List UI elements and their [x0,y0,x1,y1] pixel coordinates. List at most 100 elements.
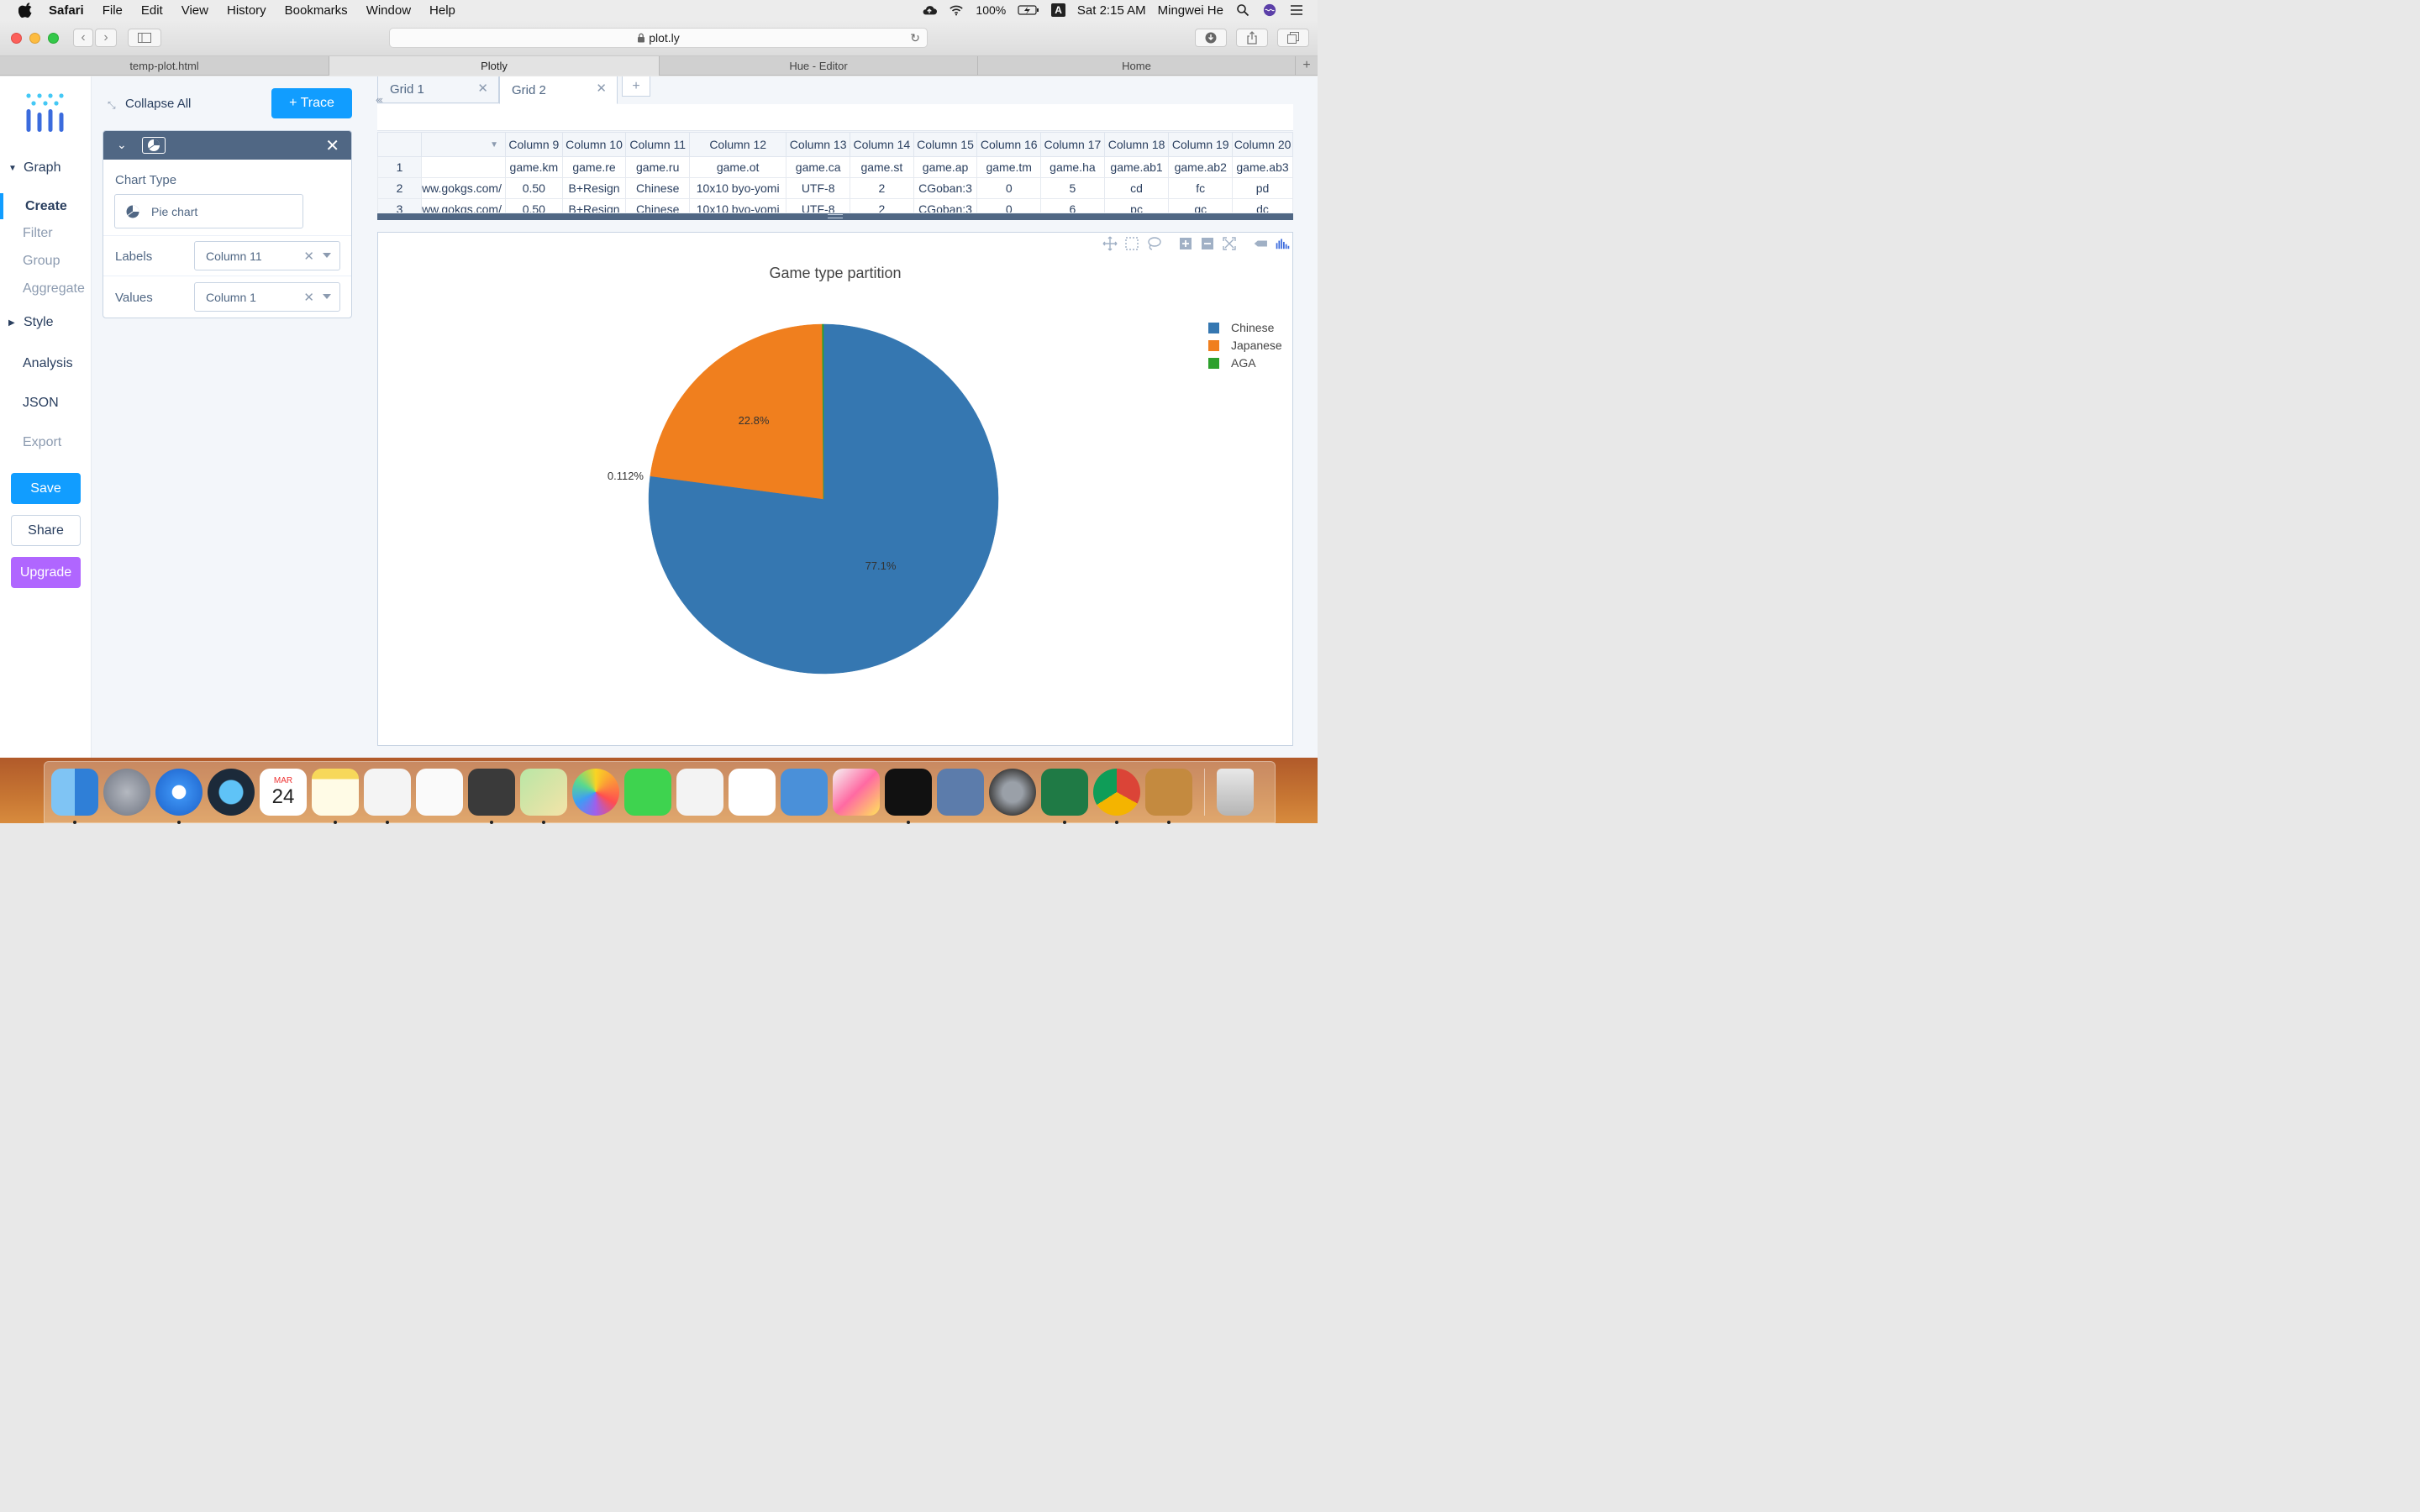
battery-icon[interactable] [1018,3,1039,17]
grapher-icon[interactable] [833,769,880,816]
launchpad-icon[interactable] [103,769,150,816]
add-grid-button[interactable]: + [622,76,650,97]
legend-swatch[interactable] [1208,340,1219,351]
browser-tab[interactable]: Home [978,56,1296,76]
table-cell[interactable]: 2 [850,177,914,199]
nav-item-group[interactable]: Group [23,254,60,269]
table-cell[interactable]: ww.gokgs.com/ [421,177,506,199]
siri-icon[interactable] [1262,3,1277,17]
menu-window[interactable]: Window [366,3,411,18]
browser-tab[interactable]: temp-plot.html [0,56,329,76]
table-cell[interactable]: game.ha [1040,156,1105,178]
safari-icon[interactable] [155,769,203,824]
column-header[interactable]: Column 11 [625,132,691,157]
quicktime-icon[interactable] [208,769,255,816]
grid-tab-1[interactable]: Grid 1 ✕ [377,76,499,103]
labels-dropdown[interactable]: Column 11 ✕ [194,241,340,270]
table-cell[interactable]: game.ab3 [1232,156,1293,178]
trash-icon[interactable] [1217,769,1254,816]
textedit-icon[interactable] [364,769,411,824]
notification-center-icon[interactable] [1289,3,1304,17]
table-cell[interactable]: game.tm [976,156,1042,178]
numbers-icon[interactable] [729,769,776,816]
table-cell[interactable]: game.km [505,156,563,178]
nav-item-filter[interactable]: Filter [23,226,53,241]
virtualbox-icon[interactable] [937,769,984,816]
table-cell[interactable]: game.ab2 [1168,156,1234,178]
table-cell[interactable]: Chinese [625,177,691,199]
table-cell[interactable]: 0.50 [505,198,563,213]
nav-graph[interactable]: ▼ Graph [0,160,60,176]
menu-view[interactable]: View [182,3,208,18]
column-header[interactable]: Column 13 [786,132,850,157]
trace-header[interactable]: ⌄ ✕ [103,131,351,160]
address-bar[interactable]: plot.ly ↻ [389,28,928,48]
table-cell[interactable]: fc [1168,177,1234,199]
collapse-all-button[interactable]: ⤡ Collapse All [108,97,191,111]
table-cell[interactable]: UTF-8 [786,177,850,199]
dropdown-arrow-icon[interactable] [323,294,331,299]
legend-swatch[interactable] [1208,358,1219,369]
sublime-text-icon[interactable] [468,769,515,824]
close-icon[interactable]: ✕ [596,81,607,96]
table-cell[interactable]: dc [1232,198,1293,213]
column-header[interactable]: Column 15 [913,132,978,157]
browser-tab-active[interactable]: Plotly [329,56,660,76]
forward-button[interactable]: › [95,29,117,47]
legend-label[interactable]: Japanese [1231,339,1282,352]
menu-edit[interactable]: Edit [141,3,163,18]
table-cell[interactable]: 0 [976,177,1042,199]
delete-trace-icon[interactable]: ✕ [325,135,339,156]
facetime-icon[interactable] [624,769,671,816]
upgrade-button[interactable]: Upgrade [11,557,81,588]
notes-icon[interactable] [312,769,359,824]
sidebar-toggle-button[interactable] [128,29,161,47]
legend-label[interactable]: Chinese [1231,321,1275,334]
pie-slice-japanese[interactable] [650,323,824,500]
formula-bar[interactable] [377,104,1293,131]
menu-bookmarks[interactable]: Bookmarks [285,3,348,18]
row-number[interactable]: 1 [377,156,423,178]
values-dropdown[interactable]: Column 1 ✕ [194,282,340,312]
table-cell[interactable]: B+Resign [561,177,627,199]
table-cell[interactable]: 6 [1040,198,1105,213]
table-cell[interactable]: game.ot [689,156,787,178]
close-window-button[interactable] [11,33,22,44]
save-button[interactable]: Save [11,473,81,504]
clear-icon[interactable]: ✕ [303,290,314,305]
column-header[interactable]: Column 16 [976,132,1042,157]
keynote-icon[interactable] [781,769,828,816]
nav-style[interactable]: ▶ Style [0,315,54,330]
column-header[interactable]: Column 19 [1168,132,1234,157]
finder-icon[interactable] [51,769,98,824]
table-cell[interactable]: game.re [561,156,627,178]
table-cell[interactable]: B+Resign [561,198,627,213]
maps-icon[interactable] [520,769,567,824]
table-cell[interactable] [421,156,506,178]
wifi-icon[interactable] [949,3,964,17]
chevron-down-icon[interactable]: ⌄ [117,138,127,152]
table-cell[interactable]: UTF-8 [786,198,850,213]
app-menu[interactable]: Safari [49,3,84,18]
table-cell[interactable]: game.ca [786,156,850,178]
row-number[interactable]: 2 [377,177,423,199]
legend-swatch[interactable] [1208,323,1219,333]
terminal-icon[interactable] [885,769,932,824]
clock[interactable]: Sat 2:15 AM [1077,3,1146,18]
dropdown-arrow-icon[interactable] [323,253,331,258]
photos-icon[interactable] [572,769,619,816]
resize-handle[interactable] [377,213,1293,220]
system-preferences-icon[interactable] [989,769,1036,816]
close-icon[interactable]: ✕ [477,81,488,96]
table-cell[interactable]: pc [1103,198,1170,213]
nav-json[interactable]: JSON [23,396,59,411]
column-header[interactable]: Column 9 [505,132,563,157]
table-cell[interactable]: gc [1168,198,1234,213]
reminders-icon[interactable] [416,769,463,816]
table-cell[interactable]: 0.50 [505,177,563,199]
apple-menu-icon[interactable] [18,3,34,18]
share-plot-button[interactable]: Share [11,515,81,546]
minimize-window-button[interactable] [29,33,40,44]
table-cell[interactable]: game.ab1 [1103,156,1170,178]
downloads-button[interactable] [1195,29,1227,47]
